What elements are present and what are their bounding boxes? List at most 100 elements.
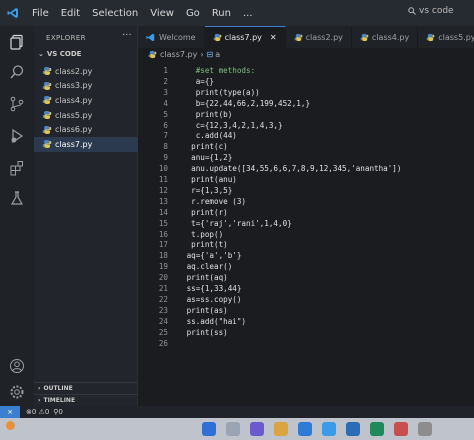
code-line[interactable]: 20 print(aq) [138,273,474,283]
line-number: 20 [158,273,168,283]
code-text: print(anu) [182,175,237,184]
taskbar-search-icon[interactable] [226,422,240,436]
close-icon[interactable]: ✕ [270,33,277,42]
breadcrumb-file[interactable]: class7.py [160,50,197,59]
code-text: print(as) [182,305,228,315]
code-line[interactable]: 19 aq.clear() [138,262,474,272]
menu-run[interactable]: Run [206,8,237,19]
tab-class7[interactable]: class7.py ✕ [204,26,286,48]
code-text: print(t) [182,240,228,250]
taskbar-app-icon[interactable] [370,422,384,436]
remote-indicator-button[interactable]: ⨯ [0,406,20,418]
line-number: 4 [163,98,168,108]
code-line[interactable]: 24 ss.add("hai") [138,317,474,327]
explorer-icon[interactable] [7,32,27,52]
code-line[interactable]: 12 r={1,3,5} [138,186,474,196]
code-line[interactable]: 10 anu.update([34,55,6,6,7,8,9,12,345,'a… [138,164,474,174]
weather-widget[interactable] [6,421,15,430]
command-center-search[interactable]: vs code [408,6,454,16]
account-icon[interactable] [7,356,27,376]
browser-icon[interactable] [298,422,312,436]
python-file-icon [42,81,52,90]
code-line[interactable]: 22 as=ss.copy() [138,295,474,305]
code-line[interactable]: 5 print(b) [138,110,474,120]
start-menu-icon[interactable] [202,422,216,436]
file-item-class3[interactable]: class3.py [34,79,138,94]
testing-flask-icon[interactable] [7,188,27,208]
breadcrumb-symbol[interactable]: a [215,50,220,59]
variable-icon: ⊟ [206,50,214,59]
file-explorer-icon[interactable] [274,422,288,436]
taskbar-app-icon[interactable] [394,422,408,436]
menu-selection[interactable]: Selection [86,8,144,19]
code-line[interactable]: 25 print(ss) [138,328,474,338]
file-item-class7[interactable]: class7.py [34,136,138,152]
line-number: 24 [158,316,168,326]
code-line[interactable]: 4 b={22,44,66,2,199,452,1,} [138,99,474,109]
code-editor[interactable]: 1 #set methods: 2 a={} 3 print(type(a)) 4 b… [138,62,474,406]
menu-file[interactable]: File [26,8,55,19]
line-number: 23 [158,305,168,315]
more-actions-icon[interactable]: ··· [122,30,132,41]
code-line[interactable]: 23 print(as) [138,306,474,316]
code-line[interactable]: 17 print(t) [138,240,474,250]
menu-more[interactable]: ... [237,8,259,19]
outline-section[interactable]: › OUTLINE [34,382,138,394]
line-number: 14 [158,207,168,217]
code-text: #set methods: [182,66,256,75]
code-line[interactable]: 16 t.pop() [138,230,474,240]
python-file-icon [213,33,221,42]
problems-indicator[interactable]: ⊗0 ⚠0 [26,408,49,416]
python-file-icon [42,140,52,149]
tab-class5[interactable]: class5.py [418,26,474,48]
tab-label: Welcome [159,32,196,42]
code-line[interactable]: 1 #set methods: [138,66,474,76]
code-line[interactable]: 15 t={'raj','rani',1,4,0} [138,219,474,229]
activity-bar [0,26,34,406]
code-line[interactable]: 14 print(r) [138,208,474,218]
ports-indicator[interactable]: ⚲0 [53,408,63,416]
file-item-class6[interactable]: class6.py [34,122,138,137]
system-tray-icon[interactable] [418,422,432,436]
file-item-class4[interactable]: class4.py [34,93,138,108]
search-icon[interactable] [7,62,27,82]
taskbar-app-icon[interactable] [346,422,360,436]
line-number: 2 [163,76,168,86]
file-item-class2[interactable]: class2.py [34,64,138,79]
line-number: 3 [163,87,168,97]
menu-edit[interactable]: Edit [55,8,86,19]
code-line[interactable]: 7 c.add(44) [138,131,474,141]
source-control-icon[interactable] [7,94,27,114]
tab-class2[interactable]: class2.py [286,26,352,48]
line-number: 7 [163,131,168,141]
extensions-icon[interactable] [7,158,27,178]
code-line[interactable]: 26 [138,339,474,349]
settings-gear-icon[interactable] [7,382,27,402]
code-line[interactable]: 21 ss={1,33,44} [138,284,474,294]
vscode-logo-icon [146,33,155,41]
menu-go[interactable]: Go [180,8,206,19]
line-number: 15 [158,218,168,228]
code-text: aq.clear() [182,262,233,272]
code-line[interactable]: 3 print(type(a)) [138,88,474,98]
run-debug-icon[interactable] [7,126,27,146]
code-line[interactable]: 9 anu={1,2} [138,153,474,163]
file-item-class5[interactable]: class5.py [34,108,138,123]
taskbar-app-icon[interactable] [250,422,264,436]
tab-class4[interactable]: class4.py [352,26,419,48]
timeline-section[interactable]: › TIMELINE [34,394,138,406]
code-line[interactable]: 2 a={} [138,77,474,87]
code-text: c.add(44) [182,131,237,141]
code-line[interactable]: 11 print(anu) [138,175,474,185]
code-line[interactable]: 6 c={12,3,4,2,1,4,3,} [138,121,474,131]
folder-name: VS CODE [46,50,82,58]
menu-view[interactable]: View [144,8,180,19]
code-line[interactable]: 13 r.remove (3) [138,197,474,207]
code-line[interactable]: 18 aq={'a','b'} [138,251,474,261]
line-number: 5 [163,109,168,119]
search-icon [408,7,416,15]
vscode-taskbar-icon[interactable] [322,422,336,436]
tab-welcome[interactable]: Welcome [138,26,205,48]
code-line[interactable]: 8 print(c) [138,142,474,152]
folder-header[interactable]: ⌄ VS CODE [38,50,81,58]
